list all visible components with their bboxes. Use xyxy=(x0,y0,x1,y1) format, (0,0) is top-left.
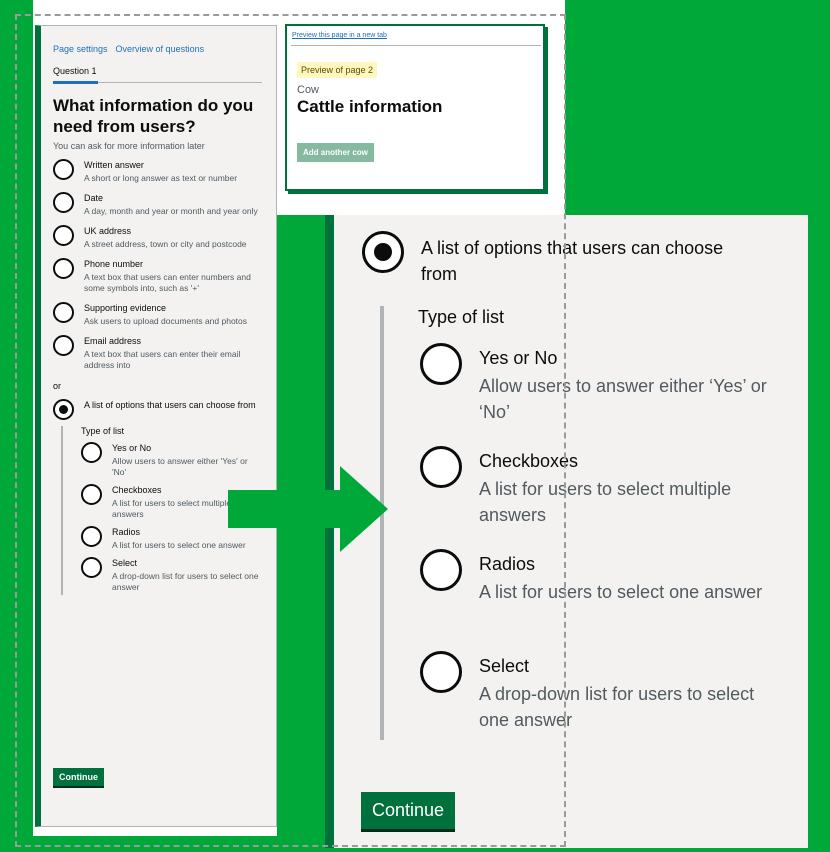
radio-label: Checkboxes xyxy=(479,451,579,471)
radio-hint: A list for users to select one answer xyxy=(112,540,246,550)
continue-button-zoomed[interactable]: Continue xyxy=(361,792,456,829)
radio-button[interactable] xyxy=(420,549,462,591)
tab-question-1[interactable]: Question 1 xyxy=(53,66,262,84)
radio-label: Date xyxy=(84,193,104,203)
zoomed-question-panel: A list of options that users can choose … xyxy=(325,215,808,848)
radio-button-selected[interactable] xyxy=(53,399,74,420)
secondary-nav: Page settings Overview of questions xyxy=(53,44,262,54)
radio-label: Radios xyxy=(112,527,141,537)
or-divider: or xyxy=(53,381,62,391)
radio-button[interactable] xyxy=(81,484,102,505)
radio-hint: A short or long answer as text or number xyxy=(84,173,238,183)
question-editor-panel: Page settings Overview of questions Ques… xyxy=(35,25,277,827)
radio-label: Written answer xyxy=(84,160,144,170)
radio-list-of-options-zoomed[interactable]: A list of options that users can choose … xyxy=(362,231,761,287)
radio-hint: A text box that users can enter numbers … xyxy=(84,272,251,293)
radio-button[interactable] xyxy=(420,651,462,693)
page-heading: What information do you need from users? xyxy=(53,96,254,136)
radio-button[interactable] xyxy=(53,335,74,356)
radio-supporting-evidence[interactable]: Supporting evidence Ask users to upload d… xyxy=(53,302,262,327)
preview-divider xyxy=(291,45,541,46)
radio-button[interactable] xyxy=(53,225,74,246)
radio-email-address[interactable]: Email address A text box that users can e… xyxy=(53,335,262,371)
radio-hint: A drop-down list for users to select one… xyxy=(479,684,755,730)
page-hint: You can ask for more information later xyxy=(53,141,205,151)
radio-label: Phone number xyxy=(84,259,144,269)
radio-select-zoomed[interactable]: Select A drop-down list for users to sele… xyxy=(420,651,769,733)
radio-label: A list of options that users can choose … xyxy=(84,400,256,410)
radio-button[interactable] xyxy=(53,159,74,180)
radio-hint: Ask users to upload documents and photos xyxy=(84,316,248,326)
radio-date[interactable]: Date A day, month and year or month and y… xyxy=(53,192,262,217)
radio-hint: A drop-down list for users to select one… xyxy=(112,571,259,592)
radio-hint: A day, month and year or month and year … xyxy=(84,206,258,216)
preview-caption: Cow xyxy=(297,84,320,96)
green-background-left xyxy=(0,0,33,852)
radio-hint: Allow users to answer either ‘Yes’ or ‘N… xyxy=(479,376,767,422)
radio-label: UK address xyxy=(84,226,132,236)
green-background-right xyxy=(808,215,830,852)
radio-button[interactable] xyxy=(420,446,462,488)
radio-button[interactable] xyxy=(420,343,462,385)
radio-label: Email address xyxy=(84,336,142,346)
add-another-button[interactable]: Add another cow xyxy=(297,143,374,162)
radio-label: Yes or No xyxy=(112,443,152,453)
radio-button[interactable] xyxy=(53,192,74,213)
preview-title: Cattle information xyxy=(297,97,443,116)
preview-new-tab-link[interactable]: Preview this page in a new tab xyxy=(292,32,387,39)
nav-page-settings[interactable]: Page settings xyxy=(53,44,108,54)
green-background-top xyxy=(565,0,830,215)
radio-yes-or-no-zoomed[interactable]: Yes or No Allow users to answer either ‘Y… xyxy=(420,343,769,425)
continue-button[interactable]: Continue xyxy=(53,768,104,786)
radio-button[interactable] xyxy=(53,258,74,279)
nav-overview-of-questions[interactable]: Overview of questions xyxy=(116,44,205,54)
radio-written-answer[interactable]: Written answer A short or long answer as … xyxy=(53,159,262,184)
radio-list-of-options[interactable]: A list of options that users can choose … xyxy=(53,399,262,420)
radio-label: Yes or No xyxy=(479,348,558,368)
radio-button[interactable] xyxy=(81,526,102,547)
radio-phone-number[interactable]: Phone number A text box that users can en… xyxy=(53,258,262,294)
radio-checkboxes-zoomed[interactable]: Checkboxes A list for users to select mul… xyxy=(420,446,769,528)
radio-hint: A list for users to select one answer xyxy=(479,582,763,602)
radio-radios-zoomed[interactable]: Radios A list for users to select one ans… xyxy=(420,549,769,605)
radio-uk-address[interactable]: UK address A street address, town or city… xyxy=(53,225,262,250)
radio-label: Select xyxy=(479,656,530,676)
radio-select[interactable]: Select A drop-down list for users to sele… xyxy=(81,557,262,593)
radio-button[interactable] xyxy=(53,302,74,323)
radio-button[interactable] xyxy=(81,442,102,463)
type-of-list-legend: Type of list xyxy=(81,426,125,436)
active-tab-underline xyxy=(53,81,98,84)
preview-tag: Preview of page 2 xyxy=(297,62,378,78)
radio-hint: A street address, town or city and postc… xyxy=(84,239,247,249)
tab-label: Question 1 xyxy=(53,66,97,76)
radio-label: Supporting evidence xyxy=(84,303,167,313)
type-of-list-legend: Type of list xyxy=(418,307,505,327)
page-preview-card: Preview this page in a new tab Preview o… xyxy=(285,24,545,191)
radio-button[interactable] xyxy=(81,557,102,578)
radio-hint: A list for users to select multiple answ… xyxy=(479,479,732,525)
radio-hint: A text box that users can enter their em… xyxy=(84,349,241,370)
radio-label: A list of options that users can choose … xyxy=(421,238,724,284)
radio-label: Select xyxy=(112,558,138,568)
radio-button-selected[interactable] xyxy=(362,231,404,273)
zoom-arrow-icon xyxy=(228,466,388,552)
radio-label: Radios xyxy=(479,554,536,574)
